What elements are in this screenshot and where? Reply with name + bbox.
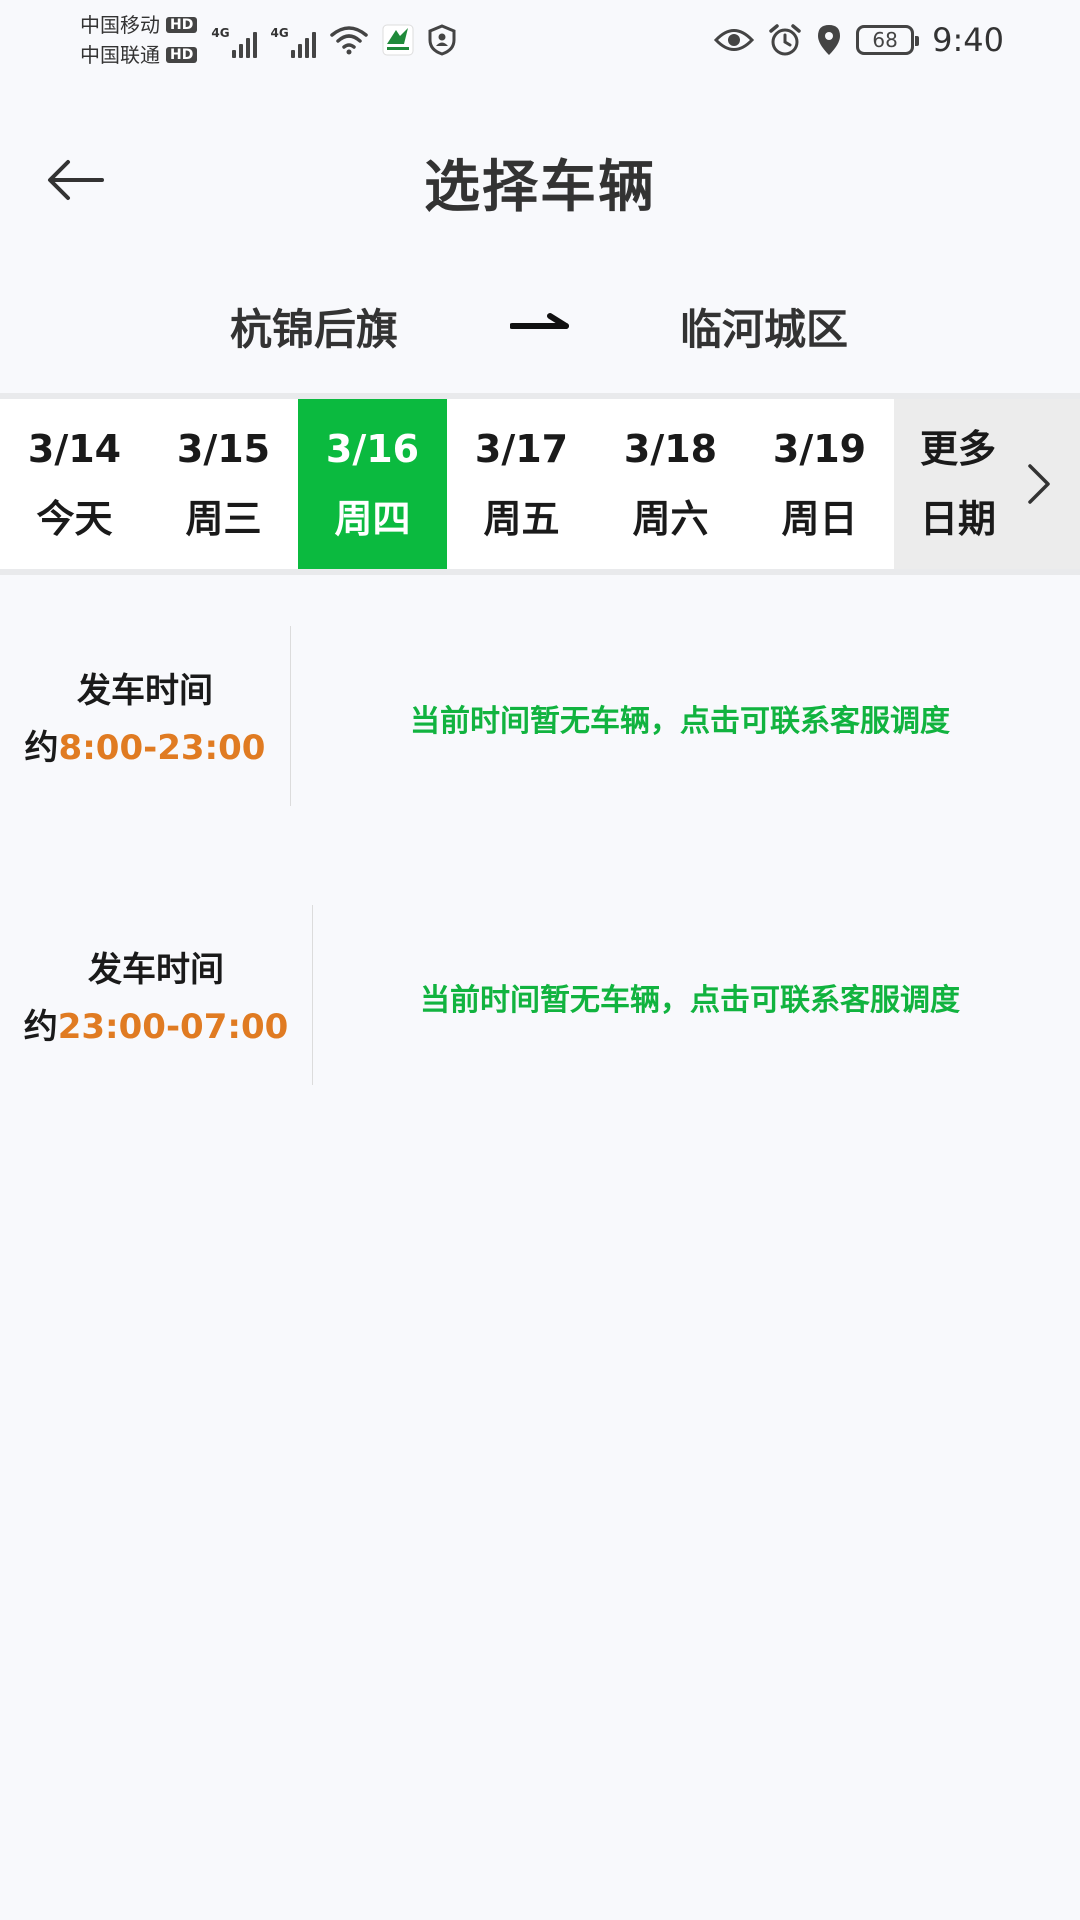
carrier-1: 中国移动 HD	[80, 10, 198, 40]
network-type-2: 4G	[270, 26, 289, 40]
departure-time-range-line: 约23:00-07:00	[24, 999, 289, 1048]
date-value: 3/18	[623, 427, 718, 471]
status-bar: 中国移动 HD 中国联通 HD 4G 4G 68 9:40	[0, 0, 1080, 80]
schedule-row: 发车时间 约23:00-07:00 当前时间暂无车辆，点击可联系客服调度	[0, 905, 1080, 1085]
alarm-icon	[768, 23, 802, 57]
time-prefix: 约	[24, 728, 59, 768]
departure-time-block: 发车时间 约8:00-23:00	[0, 626, 290, 806]
date-item-3-14[interactable]: 3/14 今天	[0, 399, 149, 569]
status-time: 9:40	[932, 21, 1004, 59]
date-selector: 3/14 今天 3/15 周三 3/16 周四 3/17 周五 3/18 周六 …	[0, 393, 1080, 575]
network-type-1: 4G	[211, 26, 230, 40]
status-right: 68 9:40	[714, 21, 1004, 59]
schedule-row: 发车时间 约8:00-23:00 当前时间暂无车辆，点击可联系客服调度	[0, 626, 1080, 806]
carrier-2-name: 中国联通	[80, 43, 160, 67]
date-item-3-16-selected[interactable]: 3/16 周四	[298, 399, 447, 569]
departure-time-label: 发车时间	[77, 671, 213, 711]
wifi-icon	[330, 25, 368, 55]
time-range: 8:00-23:00	[58, 728, 266, 768]
date-label: 周三	[185, 497, 262, 541]
route-destination: 临河城区	[680, 305, 849, 354]
hd-badge: HD	[166, 47, 198, 63]
more-dates-line-2: 日期	[920, 497, 997, 541]
chevron-right-icon	[1028, 464, 1050, 504]
date-item-3-15[interactable]: 3/15 周三	[149, 399, 298, 569]
date-label: 周四	[334, 497, 411, 541]
date-value: 3/15	[176, 427, 271, 471]
date-value: 3/19	[772, 427, 867, 471]
date-value: 3/17	[474, 427, 569, 471]
eye-icon	[714, 27, 755, 53]
departure-time-block: 发车时间 约23:00-07:00	[0, 905, 312, 1085]
date-label: 周六	[632, 497, 709, 541]
date-item-3-19[interactable]: 3/19 周日	[745, 399, 894, 569]
route: 杭锦后旗 临河城区	[0, 280, 1080, 370]
time-prefix: 约	[23, 1007, 58, 1047]
date-value: 3/14	[27, 427, 122, 471]
carrier-list: 中国移动 HD 中国联通 HD	[80, 10, 198, 70]
divider	[290, 626, 291, 806]
date-item-3-18[interactable]: 3/18 周六	[596, 399, 745, 569]
date-item-3-17[interactable]: 3/17 周五	[447, 399, 596, 569]
title-bar: 选择车辆	[0, 100, 1080, 260]
date-value: 3/16	[325, 427, 420, 471]
signal-2-icon: 4G	[271, 22, 316, 58]
departure-time-label: 发车时间	[88, 950, 224, 990]
page-title: 选择车辆	[424, 155, 656, 220]
location-icon	[816, 23, 842, 57]
carrier-2: 中国联通 HD	[80, 40, 198, 70]
battery-icon: 68	[856, 25, 920, 55]
app-logo-icon	[382, 24, 414, 56]
more-dates-line-1: 更多	[920, 427, 997, 471]
signal-1-icon: 4G	[211, 22, 257, 58]
time-range: 23:00-07:00	[57, 1007, 289, 1047]
shield-icon	[428, 24, 456, 56]
date-label: 周五	[483, 497, 560, 541]
date-label: 今天	[36, 497, 113, 541]
more-dates-button[interactable]: 更多 日期	[894, 399, 1080, 569]
hd-badge: HD	[166, 17, 198, 33]
status-left: 中国移动 HD 中国联通 HD 4G 4G	[80, 10, 456, 70]
route-arrow-icon	[510, 313, 569, 329]
more-dates-text: 更多 日期	[920, 426, 996, 542]
departure-time-range-line: 约8:00-23:00	[25, 720, 266, 769]
carrier-1-name: 中国移动	[80, 13, 160, 37]
date-label: 周日	[781, 497, 858, 541]
battery-level: 68	[872, 28, 898, 52]
contact-service-link[interactable]: 当前时间暂无车辆，点击可联系客服调度	[420, 975, 960, 1019]
divider	[312, 905, 313, 1085]
route-origin: 杭锦后旗	[230, 305, 399, 354]
date-list: 3/14 今天 3/15 周三 3/16 周四 3/17 周五 3/18 周六 …	[0, 399, 894, 569]
contact-service-link[interactable]: 当前时间暂无车辆，点击可联系客服调度	[410, 696, 950, 740]
